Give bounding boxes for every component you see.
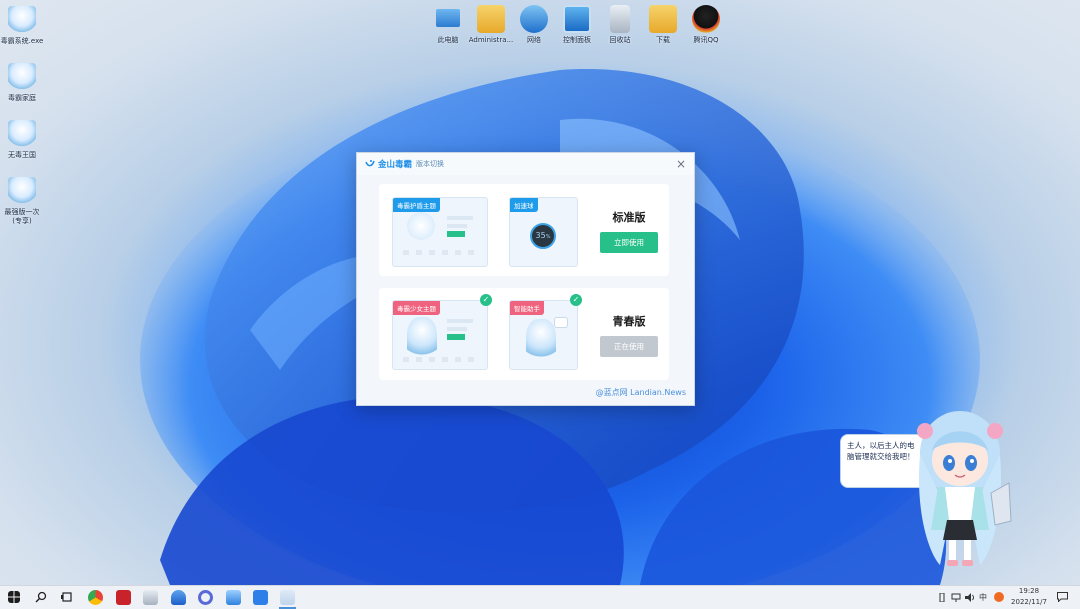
dialog-subtitle: 版本切换 [416, 160, 445, 168]
speed-ball-preview[interactable]: 加速球 35% [509, 197, 578, 267]
user-folder-icon [477, 5, 505, 33]
preview-line [447, 319, 473, 323]
girl-theme-preview[interactable]: 毒霸少女主题 [392, 300, 488, 370]
clock[interactable]: 19:28 2022/11/7 [1008, 586, 1050, 609]
anime-girl-icon [8, 63, 36, 91]
girl-theme-tag: 毒霸少女主题 [393, 301, 440, 315]
standard-version-title: 标准版 [612, 211, 646, 224]
preview-dots [403, 250, 477, 255]
download-folder-icon [649, 5, 677, 33]
desktop-icon[interactable]: 毒霸系统.exe [0, 6, 50, 46]
desktop-icon[interactable]: 无毒王国 [0, 120, 50, 160]
standard-version-card[interactable]: 毒霸护盾主题 加速球 35% 标准版 立即使用 [379, 184, 669, 276]
task-view-icon[interactable] [61, 591, 73, 603]
anime-girl-icon [526, 319, 556, 363]
desktop-icon-label: 腾讯QQ [693, 36, 719, 44]
remote-desktop-icon[interactable] [143, 590, 158, 605]
speed-ball-icon: 35% [530, 223, 556, 249]
desktop-icon-label: 毒霸系统.exe [0, 37, 44, 45]
speed-ball-unit: % [545, 234, 551, 240]
dialog-header: 金山毒霸 版本切换 [357, 153, 694, 175]
anime-girl-icon [407, 317, 437, 361]
qq-penguin-icon [692, 5, 720, 33]
anime-girl-icon [8, 177, 36, 205]
youth-version-card[interactable]: 毒霸少女主题 ✓ 智能助手 ✓ 青春版 正在使用 [379, 288, 669, 380]
close-button[interactable]: × [676, 157, 686, 171]
selected-check-icon: ✓ [480, 294, 492, 306]
anime-girl-icon [8, 120, 36, 148]
desktop-icon-label: 无毒王国 [8, 151, 36, 159]
volume-icon[interactable] [965, 593, 975, 602]
computer-icon [436, 9, 460, 27]
taskbar: 中 19:28 2022/11/7 [0, 585, 1080, 609]
dialog-brand: 金山毒霸 [378, 160, 413, 170]
desktop-icon-label: 最强版一次 (专享) [4, 208, 40, 225]
preview-button [447, 334, 465, 340]
notification-icon[interactable] [1057, 592, 1068, 602]
network-icon [520, 5, 548, 33]
desktop-icon[interactable]: 最强版一次 (专享) [0, 177, 50, 226]
shield-theme-tag: 毒霸护盾主题 [393, 198, 440, 212]
speed-ball-tag: 加速球 [510, 198, 538, 212]
filezilla-icon[interactable] [116, 590, 131, 605]
desktop-icon[interactable]: 毒霸家庭 [0, 63, 50, 103]
watermark: @蓝点网 Landian.News [595, 388, 686, 397]
duba-tray-icon[interactable] [994, 592, 1004, 602]
clock-time: 19:28 [1018, 587, 1040, 595]
smart-assistant-tag: 智能助手 [510, 301, 544, 315]
clock-date: 2022/11/7 [1011, 598, 1047, 606]
windows-start-icon[interactable] [8, 591, 20, 603]
duba-icon[interactable] [280, 590, 295, 605]
anime-girl-icon [8, 6, 36, 34]
ime-indicator-icon[interactable]: 中 [979, 592, 987, 603]
youth-version-title: 青春版 [612, 315, 646, 328]
preview-button [447, 231, 465, 237]
circle-app-icon[interactable] [198, 590, 213, 605]
cloud-app-icon[interactable] [226, 590, 241, 605]
desktop-icon-label: 毒霸家庭 [8, 94, 36, 102]
shield-icon [407, 212, 435, 240]
preview-dots [403, 357, 477, 362]
preview-line [447, 327, 467, 331]
speed-ball-value: 35 [535, 231, 546, 240]
speech-bubble-icon [554, 317, 568, 328]
in-use-button: 正在使用 [600, 336, 658, 357]
search-icon[interactable] [35, 591, 47, 603]
onedrive-icon[interactable] [171, 590, 186, 605]
selected-check-icon: ✓ [570, 294, 582, 306]
preview-line [447, 224, 467, 228]
desktop-icon-qq[interactable]: 腾讯QQ [678, 5, 734, 45]
recycle-bin-icon [610, 5, 630, 33]
chrome-icon[interactable] [88, 590, 103, 605]
mascot-girl-icon[interactable] [905, 405, 1015, 570]
smart-assistant-preview[interactable]: 智能助手 [509, 300, 578, 370]
preview-line [447, 216, 473, 220]
kuaihe-icon[interactable] [253, 590, 268, 605]
version-switch-dialog: 金山毒霸 版本切换 × 毒霸护盾主题 加速球 35% 标准版 立即使用 毒霸少女… [356, 152, 695, 406]
network-status-icon[interactable] [951, 593, 961, 602]
shield-theme-preview[interactable]: 毒霸护盾主题 [392, 197, 488, 267]
use-now-button[interactable]: 立即使用 [600, 232, 658, 253]
control-panel-icon [563, 5, 591, 33]
usb-icon[interactable] [938, 593, 946, 602]
duba-logo-icon [365, 160, 375, 167]
